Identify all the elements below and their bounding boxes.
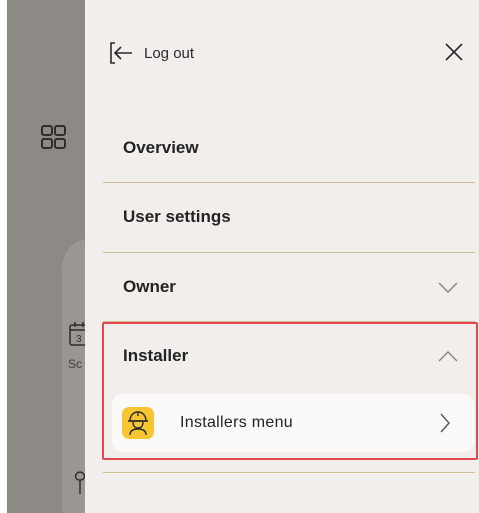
divider (103, 321, 475, 322)
logout-icon (108, 40, 134, 66)
menu-item-label: Owner (123, 277, 176, 296)
schedule-label-fragment: Sc (68, 357, 83, 371)
screen: 3 Sc Log out Overview User settings Owne… (0, 0, 479, 513)
submenu-item-label: Installers menu (180, 414, 293, 431)
calendar-day: 3 (76, 334, 82, 345)
menu-item-label: Overview (123, 138, 199, 157)
close-icon (445, 43, 463, 61)
chevron-up-icon (437, 347, 459, 369)
chevron-right-icon (438, 412, 452, 438)
menu-item-owner[interactable]: Owner (103, 254, 475, 320)
close-button[interactable] (440, 38, 468, 66)
dashboard-grid-icon (40, 125, 68, 155)
worker-helmet-icon (122, 407, 154, 439)
navigation-drawer: Log out Overview User settings Owner Ins… (85, 0, 479, 513)
logout-label: Log out (144, 44, 195, 62)
menu-item-user-settings[interactable]: User settings (103, 184, 475, 250)
submenu-item-installers-menu[interactable]: Installers menu (112, 394, 474, 452)
divider (103, 472, 475, 473)
menu-item-label: Installer (123, 346, 189, 365)
divider (103, 182, 475, 183)
menu-item-overview[interactable]: Overview (103, 115, 475, 181)
divider (103, 252, 475, 253)
logout-button[interactable]: Log out (108, 37, 194, 69)
chevron-down-icon (437, 278, 459, 300)
menu-item-label: User settings (123, 207, 231, 226)
menu-item-installer[interactable]: Installer (103, 323, 475, 389)
